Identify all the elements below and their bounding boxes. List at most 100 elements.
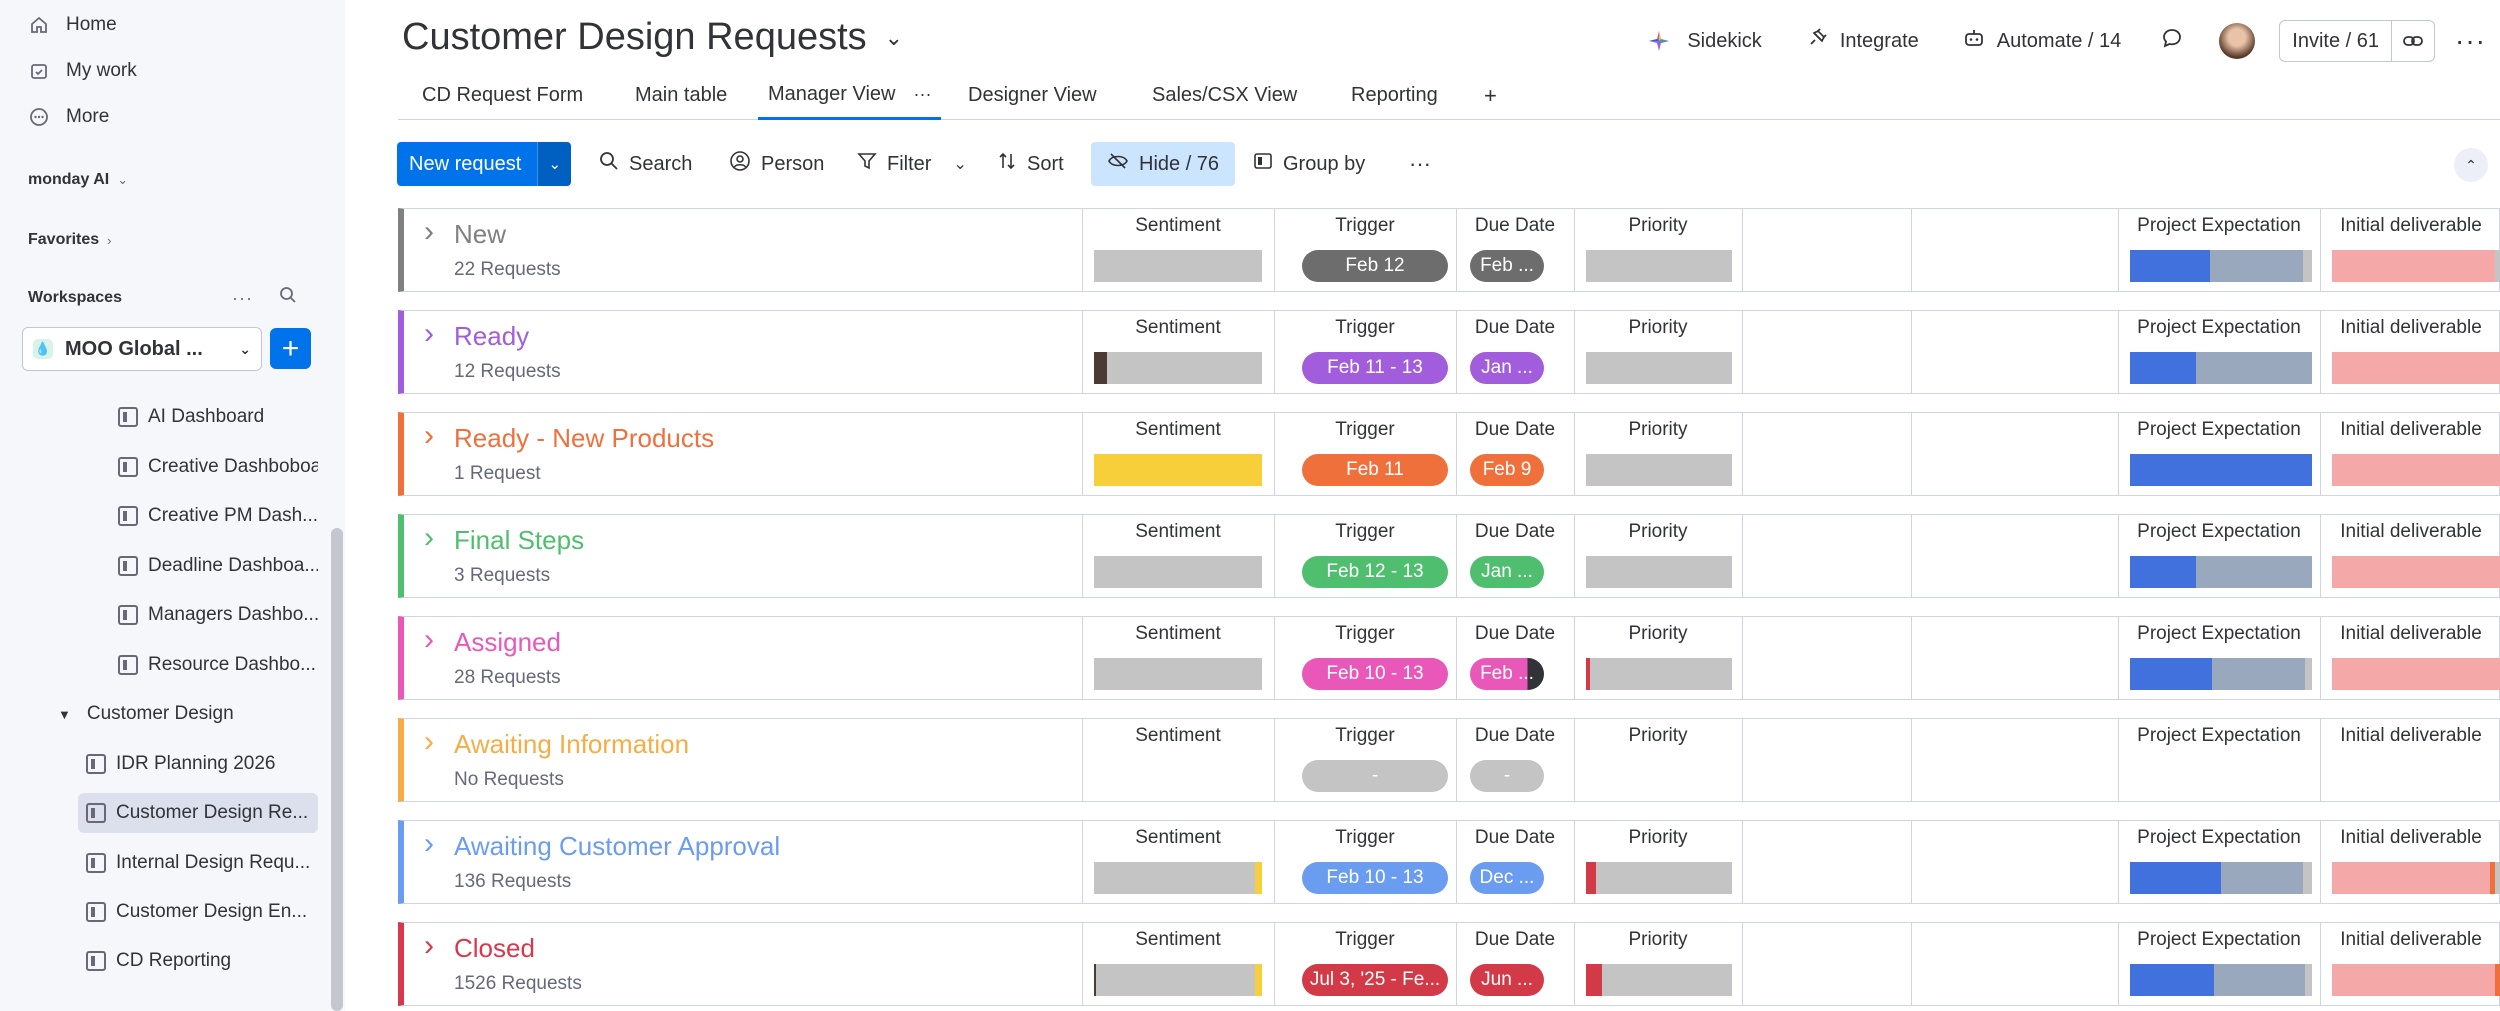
trigger-date-pill[interactable]: Feb 12 - 13 <box>1302 556 1448 588</box>
sidebar-item-customer-design-requests[interactable]: Customer Design Re... <box>78 793 318 833</box>
sidebar-item-customer-design-en[interactable]: Customer Design En... <box>86 892 318 932</box>
trigger-date-pill[interactable]: Feb 10 - 13 <box>1302 658 1448 690</box>
workspace-selector[interactable]: 💧 MOO Global ... ⌄ <box>22 327 262 371</box>
person-filter-button[interactable]: Person <box>719 142 834 186</box>
tab-sales-csx-view[interactable]: Sales/CSX View <box>1152 72 1297 119</box>
search-button[interactable]: Search <box>589 142 702 186</box>
new-request-dropdown[interactable]: ⌄ <box>537 142 572 186</box>
sentiment-summary-bar[interactable] <box>1094 454 1262 486</box>
chevron-right-icon[interactable]: › <box>424 929 434 963</box>
initial-deliverable-summary-bar[interactable] <box>2332 250 2500 282</box>
updates-button[interactable] <box>2161 27 2183 55</box>
project-expectation-summary-bar[interactable] <box>2130 250 2312 282</box>
sidebar-item-my-work[interactable]: My work <box>28 54 137 88</box>
sidebar-item-managers-dashboard[interactable]: Managers Dashbo... <box>118 595 318 635</box>
sidebar-item-home[interactable]: Home <box>28 8 117 42</box>
chevron-right-icon[interactable]: › <box>424 623 434 657</box>
hide-columns-button[interactable]: Hide / 76 <box>1091 142 1236 186</box>
due-date-pill[interactable]: Jan ... <box>1470 352 1544 384</box>
priority-summary-bar[interactable] <box>1586 250 1732 282</box>
due-date-pill[interactable]: Feb ... <box>1470 250 1544 282</box>
initial-deliverable-summary-bar[interactable] <box>2332 454 2500 486</box>
add-view-button[interactable]: + <box>1484 72 1497 119</box>
chevron-right-icon[interactable]: › <box>424 215 434 249</box>
sidebar-item-more[interactable]: More <box>28 100 109 134</box>
chevron-right-icon[interactable]: › <box>424 725 434 759</box>
sentiment-summary-bar[interactable] <box>1094 352 1262 384</box>
due-date-pill[interactable]: Jun ... <box>1470 964 1544 996</box>
initial-deliverable-summary-bar[interactable] <box>2332 862 2500 894</box>
filter-button[interactable]: Filter ⌄ <box>847 142 977 186</box>
chevron-right-icon[interactable]: › <box>424 827 434 861</box>
project-expectation-summary-bar[interactable] <box>2130 556 2312 588</box>
sidebar-item-idr-planning[interactable]: IDR Planning 2026 <box>86 744 318 784</box>
avatar[interactable] <box>2219 23 2256 59</box>
trigger-date-pill[interactable]: Feb 12 <box>1302 250 1448 282</box>
priority-summary-bar[interactable] <box>1586 658 1732 690</box>
project-expectation-summary-bar[interactable] <box>2130 658 2312 690</box>
sidebar-item-internal-design-requests[interactable]: Internal Design Requ... <box>86 843 318 883</box>
sidebar-item-resource-dashboard[interactable]: Resource Dashbo... <box>118 645 318 685</box>
due-date-pill[interactable]: Feb ... <box>1470 658 1544 690</box>
tab-reporting[interactable]: Reporting <box>1351 72 1438 119</box>
trigger-date-pill[interactable]: - <box>1302 760 1448 792</box>
tab-main-table[interactable]: Main table <box>635 72 727 119</box>
favorites-section[interactable]: Favorites › <box>28 231 111 249</box>
sentiment-summary-bar[interactable] <box>1094 964 1262 996</box>
new-request-button[interactable]: New request <box>397 142 538 186</box>
initial-deliverable-summary-bar[interactable] <box>2332 556 2500 588</box>
sidebar-item-creative-pm-dashboard[interactable]: Creative PM Dash... <box>118 496 318 536</box>
sidebar-item-cd-reporting[interactable]: CD Reporting <box>86 941 318 981</box>
project-expectation-summary-bar[interactable] <box>2130 454 2312 486</box>
chevron-right-icon[interactable]: › <box>424 419 434 453</box>
initial-deliverable-summary-bar[interactable] <box>2332 352 2500 384</box>
priority-summary-bar[interactable] <box>1586 454 1732 486</box>
collapse-header-button[interactable]: ⌃ <box>2454 148 2488 182</box>
monday-ai-section[interactable]: monday AI ⌄ <box>28 171 128 189</box>
sidebar-folder-customer-design[interactable]: ▼ Customer Design <box>58 694 318 734</box>
priority-summary-bar[interactable] <box>1586 964 1732 996</box>
chevron-right-icon[interactable]: › <box>424 317 434 351</box>
priority-summary-bar[interactable] <box>1586 862 1732 894</box>
project-expectation-summary-bar[interactable] <box>2130 862 2312 894</box>
sentiment-summary-bar[interactable] <box>1094 556 1262 588</box>
sidebar-item-ai-dashboard[interactable]: AI Dashboard <box>118 397 318 437</box>
more-horizontal-icon[interactable]: ··· <box>232 288 253 309</box>
toolbar-more-icon[interactable]: ··· <box>1399 142 1441 186</box>
due-date-pill[interactable]: - <box>1470 760 1544 792</box>
search-icon[interactable] <box>279 286 297 310</box>
add-item-button[interactable]: + <box>270 328 311 369</box>
initial-deliverable-summary-bar[interactable] <box>2332 964 2500 996</box>
sidebar-item-creative-dashboard[interactable]: Creative Dashboboa... <box>118 447 318 487</box>
tab-designer-view[interactable]: Designer View <box>968 72 1097 119</box>
due-date-pill[interactable]: Jan ... <box>1470 556 1544 588</box>
trigger-date-pill[interactable]: Feb 10 - 13 <box>1302 862 1448 894</box>
tab-cd-request-form[interactable]: CD Request Form <box>422 72 583 119</box>
invite-button[interactable]: Invite / 61 <box>2280 21 2393 61</box>
sentiment-summary-bar[interactable] <box>1094 658 1262 690</box>
link-icon[interactable] <box>2392 30 2434 52</box>
priority-summary-bar[interactable] <box>1586 556 1732 588</box>
sort-button[interactable]: Sort <box>987 142 1074 186</box>
due-date-pill[interactable]: Feb 9 <box>1470 454 1544 486</box>
sidebar-item-deadline-dashboard[interactable]: Deadline Dashboa... <box>118 546 318 586</box>
due-date-pill[interactable]: Dec ... <box>1470 862 1544 894</box>
trigger-date-pill[interactable]: Jul 3, '25 - Fe... <box>1302 964 1448 996</box>
sidekick-button[interactable]: Sidekick <box>1647 29 1762 53</box>
trigger-date-pill[interactable]: Feb 11 - 13 <box>1302 352 1448 384</box>
sentiment-summary-bar[interactable] <box>1094 250 1262 282</box>
sidebar-scrollbar[interactable] <box>331 528 343 1011</box>
project-expectation-summary-bar[interactable] <box>2130 352 2312 384</box>
integrate-button[interactable]: Integrate <box>1806 27 1919 55</box>
more-options-icon[interactable]: ··· <box>2455 25 2486 57</box>
priority-summary-bar[interactable] <box>1586 352 1732 384</box>
tab-manager-view[interactable]: Manager View ··· <box>758 72 942 120</box>
trigger-date-pill[interactable]: Feb 11 <box>1302 454 1448 486</box>
automate-button[interactable]: Automate / 14 <box>1963 27 2121 55</box>
project-expectation-summary-bar[interactable] <box>2130 964 2312 996</box>
chevron-down-icon[interactable]: ⌄ <box>953 154 966 174</box>
group-by-button[interactable]: Group by <box>1243 142 1375 186</box>
sentiment-summary-bar[interactable] <box>1094 862 1262 894</box>
initial-deliverable-summary-bar[interactable] <box>2332 658 2500 690</box>
tab-options-icon[interactable]: ··· <box>913 84 931 105</box>
